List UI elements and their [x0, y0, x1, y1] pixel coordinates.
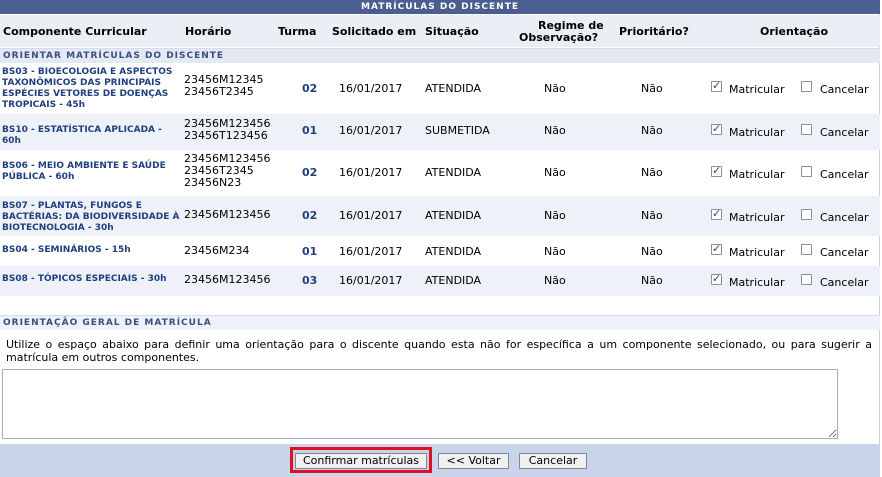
- priority: Não: [641, 166, 663, 179]
- class-number: 02: [302, 166, 318, 179]
- requested-date: 16/01/2017: [339, 82, 403, 95]
- col-situacao: Situação: [425, 25, 479, 38]
- priority: Não: [641, 82, 663, 95]
- requested-date: 16/01/2017: [339, 124, 403, 137]
- observation-regime: Não: [544, 209, 566, 222]
- matricular-checkbox[interactable]: [711, 79, 722, 92]
- matricular-checkbox[interactable]: [711, 242, 722, 255]
- cancelar-label: Cancelar: [820, 276, 869, 289]
- schedule: 23456M123456: [184, 273, 271, 286]
- class-number: 03: [302, 274, 318, 287]
- col-horario: Horário: [185, 25, 232, 38]
- enrollment-panel: Matrículas do Discente Componente Curric…: [0, 0, 880, 477]
- matricular-label: Matricular: [729, 211, 785, 224]
- section-orientar-title: Orientar matrículas do discente: [0, 48, 880, 63]
- cancel-button[interactable]: Cancelar: [519, 453, 587, 469]
- requested-date: 16/01/2017: [339, 209, 403, 222]
- schedule: 23456M123456 23456T123456: [184, 117, 271, 142]
- matricular-label: Matricular: [729, 126, 785, 139]
- confirm-button-highlight: [290, 447, 432, 473]
- cancelar-label: Cancelar: [820, 211, 869, 224]
- requested-date: 16/01/2017: [339, 245, 403, 258]
- table-row: BS07 - PLANTAS, FUNGOS E BACTÉRIAS: DA B…: [0, 196, 880, 236]
- table-row: BS04 - SEMINÁRIOS - 15h 23456M234 01 16/…: [0, 236, 880, 266]
- component-name: BS04 - SEMINÁRIOS - 15h: [2, 245, 131, 255]
- col-prioritario: Prioritário?: [619, 25, 689, 38]
- schedule: 23456M12345 23456T2345: [184, 73, 264, 98]
- class-number: 02: [302, 82, 318, 95]
- component-name: BS06 - MEIO AMBIENTE E SAÚDE PÚBLICA - 6…: [2, 161, 166, 182]
- col-turma: Turma: [278, 25, 317, 38]
- class-number: 01: [302, 245, 318, 258]
- section-geral-title: Orientação geral de matrícula: [0, 315, 880, 330]
- back-button[interactable]: << Voltar: [438, 453, 509, 469]
- cancelar-checkbox[interactable]: [801, 244, 812, 255]
- component-name: BS08 - TÓPICOS ESPECIAIS - 30h: [2, 274, 167, 284]
- table-row: BS06 - MEIO AMBIENTE E SAÚDE PÚBLICA - 6…: [0, 150, 880, 196]
- cancelar-checkbox[interactable]: [801, 124, 812, 135]
- table-row: BS10 - ESTATÍSTICA APLICADA - 60h 23456M…: [0, 114, 880, 150]
- action-bar: Confirmar matrículas << Voltar Cancelar: [0, 444, 880, 477]
- matricular-checkbox[interactable]: [711, 207, 722, 220]
- priority: Não: [641, 245, 663, 258]
- status: ATENDIDA: [425, 209, 482, 222]
- matricular-checkbox[interactable]: [711, 122, 722, 135]
- table-row: BS03 - BIOECOLOGIA E ASPECTOS TAXONÔMICO…: [0, 64, 880, 114]
- col-orientacao: Orientação: [760, 25, 829, 38]
- matricular-label: Matricular: [729, 83, 785, 96]
- component-name: BS03 - BIOECOLOGIA E ASPECTOS TAXONÔMICO…: [2, 67, 173, 110]
- col-solicitado: Solicitado em: [332, 25, 417, 38]
- requested-date: 16/01/2017: [339, 274, 403, 287]
- cancelar-label: Cancelar: [820, 246, 869, 259]
- matricular-label: Matricular: [729, 246, 785, 259]
- observation-regime: Não: [544, 245, 566, 258]
- class-number: 02: [302, 209, 318, 222]
- schedule: 23456M123456 23456T2345 23456N23: [184, 152, 271, 189]
- cancelar-checkbox[interactable]: [801, 81, 812, 92]
- cancelar-label: Cancelar: [820, 168, 869, 181]
- observation-regime: Não: [544, 166, 566, 179]
- col-componente: Componente Curricular: [3, 25, 147, 38]
- component-name: BS07 - PLANTAS, FUNGOS E BACTÉRIAS: DA B…: [2, 201, 180, 233]
- cancelar-checkbox[interactable]: [801, 274, 812, 285]
- cancelar-checkbox[interactable]: [801, 166, 812, 177]
- schedule: 23456M123456: [184, 208, 271, 221]
- schedule: 23456M234: [184, 244, 250, 257]
- status: SUBMETIDA: [425, 124, 490, 137]
- orientation-description: Utilize o espaço abaixo para definir uma…: [6, 338, 872, 364]
- cancelar-label: Cancelar: [820, 126, 869, 139]
- observation-regime: Não: [544, 124, 566, 137]
- status: ATENDIDA: [425, 82, 482, 95]
- matricular-label: Matricular: [729, 276, 785, 289]
- observation-regime: Não: [544, 274, 566, 287]
- observation-regime: Não: [544, 82, 566, 95]
- table-header: Componente Curricular Horário Turma Soli…: [0, 15, 880, 47]
- priority: Não: [641, 209, 663, 222]
- status: ATENDIDA: [425, 166, 482, 179]
- class-number: 01: [302, 124, 318, 137]
- col-regime-line2: Observação?: [519, 31, 599, 44]
- priority: Não: [641, 274, 663, 287]
- status: ATENDIDA: [425, 274, 482, 287]
- requested-date: 16/01/2017: [339, 166, 403, 179]
- status: ATENDIDA: [425, 245, 482, 258]
- matricular-checkbox[interactable]: [711, 164, 722, 177]
- priority: Não: [641, 124, 663, 137]
- table-row: BS08 - TÓPICOS ESPECIAIS - 30h 23456M123…: [0, 266, 880, 296]
- cancelar-checkbox[interactable]: [801, 209, 812, 220]
- matricular-checkbox[interactable]: [711, 272, 722, 285]
- cancelar-label: Cancelar: [820, 83, 869, 96]
- matricular-label: Matricular: [729, 168, 785, 181]
- panel-caption: Matrículas do Discente: [0, 0, 880, 14]
- component-name: BS10 - ESTATÍSTICA APLICADA - 60h: [2, 125, 162, 146]
- general-orientation-textarea[interactable]: [2, 369, 838, 439]
